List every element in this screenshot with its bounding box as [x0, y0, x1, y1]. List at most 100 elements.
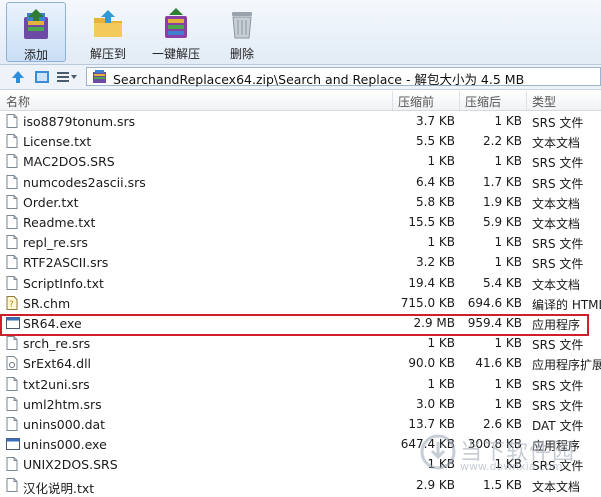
column-header-original-size[interactable]: 压缩前	[398, 93, 434, 110]
add-label: 添加	[23, 48, 48, 62]
file-name: SrExt64.dll	[23, 356, 92, 372]
path-text: SearchandReplacex64.zip\Search and Repla…	[113, 72, 525, 87]
file-icon	[6, 477, 18, 492]
file-compressed-size: 1 KB	[494, 114, 522, 128]
file-name: repl_re.srs	[23, 235, 88, 251]
file-type: 编译的 HTML	[532, 297, 601, 312]
file-row[interactable]: iso8879tonum.srs 3.7 KB 1 KB SRS 文件	[0, 111, 601, 131]
file-name: 汉化说明.txt	[23, 480, 95, 496]
file-compressed-size: 5.4 KB	[483, 275, 522, 290]
file-row[interactable]: RTF2ASCII.srs 3.2 KB 1 KB SRS 文件	[0, 252, 601, 272]
up-arrow-icon[interactable]	[10, 69, 26, 85]
watermark-logo-icon	[420, 434, 456, 470]
file-compressed-size: 2.2 KB	[483, 134, 522, 149]
file-type: 应用程序扩展	[532, 358, 601, 373]
file-original-size: 1 KB	[427, 154, 455, 169]
file-name: uml2htm.srs	[23, 396, 102, 412]
file-icon	[6, 154, 18, 169]
file-icon	[6, 134, 18, 149]
file-row[interactable]: ? SR.chm 715.0 KB 694.6 KB 编译的 HTML	[0, 293, 601, 313]
file-original-size: 1 KB	[427, 376, 455, 391]
file-row[interactable]: numcodes2ascii.srs 6.4 KB 1.7 KB SRS 文件	[0, 172, 601, 192]
delete-button[interactable]: 删除	[214, 2, 270, 62]
file-row[interactable]: txt2uni.srs 1 KB 1 KB SRS 文件	[0, 374, 601, 394]
file-name: unins000.exe	[23, 437, 107, 453]
highlight-box	[0, 314, 589, 336]
file-compressed-size: 1.7 KB	[483, 174, 522, 189]
file-compressed-size: 1.9 KB	[483, 194, 522, 209]
file-compressed-size: 5.9 KB	[483, 215, 522, 229]
folder-extract-icon	[94, 10, 122, 37]
file-name: txt2uni.srs	[23, 376, 90, 392]
one-click-extract-label: 一键解压	[151, 47, 200, 61]
file-type: SRS 文件	[532, 237, 584, 252]
file-type: SRS 文件	[532, 378, 584, 393]
file-name: RTF2ASCII.srs	[23, 255, 109, 271]
column-header-name[interactable]: 名称	[6, 93, 30, 110]
watermark: 当下软件园 www.downxia.com	[414, 428, 601, 496]
file-compressed-size: 1 KB	[494, 255, 522, 270]
file-compressed-size: 1 KB	[494, 396, 522, 411]
dll-file-icon	[6, 356, 18, 371]
file-row[interactable]: MAC2DOS.SRS 1 KB 1 KB SRS 文件	[0, 151, 601, 171]
one-click-extract-button[interactable]: 一键解压	[146, 2, 206, 62]
add-archive-icon	[24, 9, 48, 39]
list-view-icon[interactable]	[56, 69, 78, 85]
file-type: 文本文档	[532, 136, 581, 151]
file-name: SR.chm	[23, 295, 71, 311]
file-original-size: 715.0 KB	[400, 295, 455, 310]
path-field[interactable]: SearchandReplacex64.zip\Search and Repla…	[86, 67, 601, 87]
view-icon[interactable]	[34, 69, 50, 85]
file-name: iso8879tonum.srs	[23, 114, 136, 129]
file-name: ScriptInfo.txt	[23, 275, 104, 291]
watermark-url: www.downxia.com	[460, 460, 563, 473]
file-compressed-size: 1 KB	[494, 376, 522, 391]
column-separator[interactable]	[526, 91, 527, 110]
file-name: MAC2DOS.SRS	[23, 154, 115, 170]
svg-text:?: ?	[9, 300, 14, 310]
file-icon	[6, 174, 18, 189]
file-row[interactable]: uml2htm.srs 3.0 KB 1 KB SRS 文件	[0, 394, 601, 414]
file-name: unins000.dat	[23, 417, 106, 432]
extract-to-button[interactable]: 解压到	[78, 2, 138, 62]
file-type: 文本文档	[532, 217, 581, 231]
file-icon	[6, 255, 18, 270]
file-original-size: 5.5 KB	[416, 134, 455, 149]
file-type: SRS 文件	[532, 156, 584, 171]
file-compressed-size: 1 KB	[494, 235, 522, 250]
file-compressed-size: 1 KB	[494, 336, 522, 351]
file-row[interactable]: SrExt64.dll 90.0 KB 41.6 KB 应用程序扩展	[0, 353, 601, 373]
file-icon	[6, 194, 18, 209]
file-icon	[6, 417, 18, 431]
file-row[interactable]: srch_re.srs 1 KB 1 KB SRS 文件	[0, 333, 601, 353]
file-type: SRS 文件	[532, 257, 584, 272]
file-icon	[6, 235, 18, 250]
column-header-bar: 名称 压缩前 压缩后 类型	[0, 91, 601, 111]
file-original-size: 3.7 KB	[416, 114, 455, 128]
file-original-size: 3.2 KB	[416, 255, 455, 270]
file-icon	[6, 336, 18, 351]
file-row[interactable]: License.txt 5.5 KB 2.2 KB 文本文档	[0, 131, 601, 151]
file-type: 文本文档	[532, 277, 581, 292]
column-header-type[interactable]: 类型	[532, 93, 556, 110]
file-type: SRS 文件	[532, 398, 584, 413]
file-type: 文本文档	[532, 196, 581, 211]
address-bar: SearchandReplacex64.zip\Search and Repla…	[0, 65, 601, 90]
file-compressed-size: 41.6 KB	[475, 356, 522, 371]
file-icon	[6, 376, 18, 391]
column-separator[interactable]	[459, 91, 460, 110]
file-row[interactable]: Readme.txt 15.5 KB 5.9 KB 文本文档	[0, 212, 601, 232]
file-name: srch_re.srs	[23, 336, 91, 352]
file-icon	[6, 114, 18, 128]
add-button[interactable]: 添加	[6, 2, 66, 62]
file-type: SRS 文件	[532, 338, 584, 353]
column-header-compressed-size[interactable]: 压缩后	[465, 93, 501, 110]
file-row[interactable]: repl_re.srs 1 KB 1 KB SRS 文件	[0, 232, 601, 252]
exe-file-icon	[6, 437, 20, 451]
file-row[interactable]: ScriptInfo.txt 19.4 KB 5.4 KB 文本文档	[0, 273, 601, 293]
delete-label: 删除	[229, 47, 254, 61]
column-separator[interactable]	[392, 91, 393, 110]
file-icon	[6, 396, 18, 411]
toolbar: 添加 解压到 一键解压 删除	[0, 0, 601, 65]
file-row[interactable]: Order.txt 5.8 KB 1.9 KB 文本文档	[0, 192, 601, 212]
